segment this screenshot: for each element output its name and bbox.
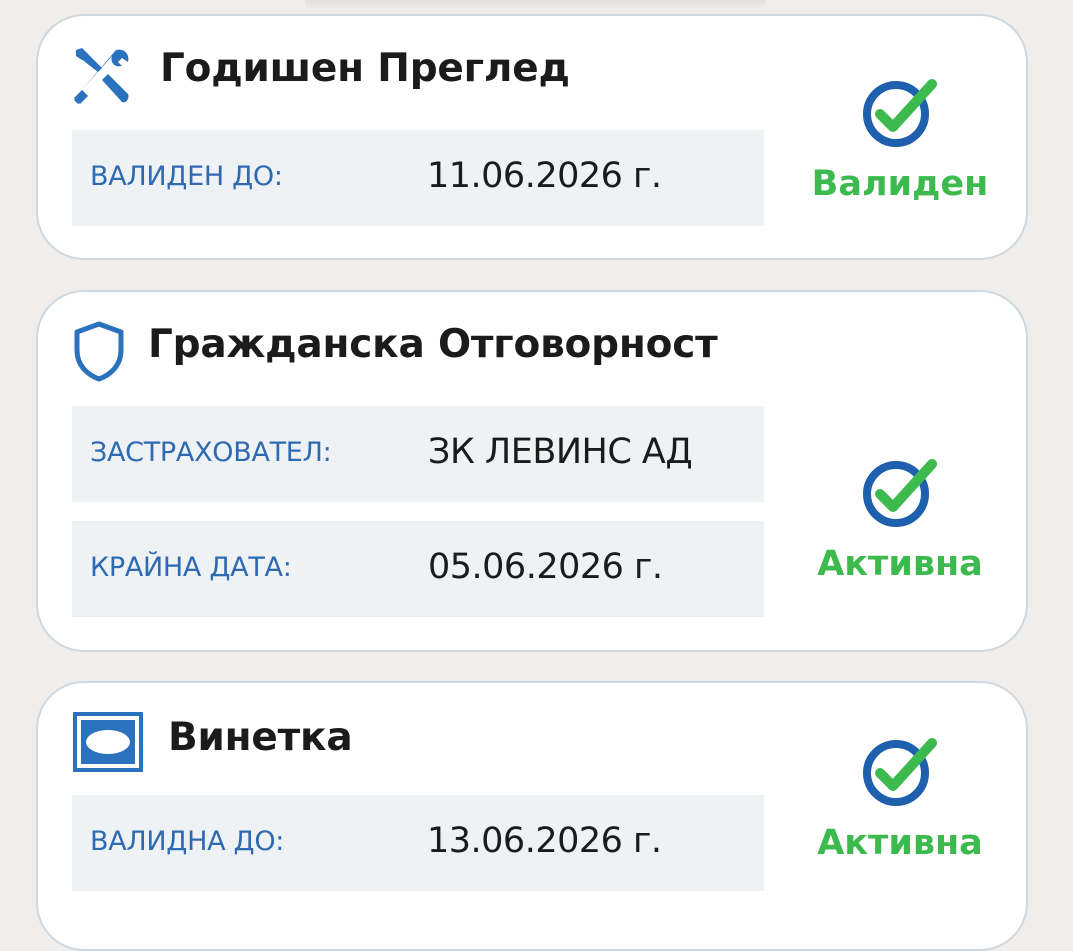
row-label: ВАЛИДЕН ДО: <box>90 161 283 192</box>
status-text: Активна <box>817 544 983 584</box>
top-shadow <box>305 0 765 10</box>
vignette-icon <box>72 711 144 777</box>
valid-until-row: ВАЛИДНА ДО: 13.06.2026 г. <box>72 795 764 891</box>
card-title: Годишен Преглед <box>160 46 570 91</box>
check-circle-icon <box>863 459 937 527</box>
tools-icon <box>72 46 132 110</box>
valid-until-row: ВАЛИДЕН ДО: 11.06.2026 г. <box>72 130 764 226</box>
row-value: 13.06.2026 г. <box>427 821 662 861</box>
status-badge: Валиден <box>790 76 1010 204</box>
check-circle-icon <box>863 79 937 147</box>
vignette-card[interactable]: Винетка ВАЛИДНА ДО: 13.06.2026 г. Активн… <box>36 681 1028 951</box>
status-badge: Активна <box>790 735 1010 863</box>
shield-icon <box>72 320 126 386</box>
row-label: ВАЛИДНА ДО: <box>90 826 285 857</box>
row-value: ЗК ЛЕВИНС АД <box>428 432 693 472</box>
card-title: Гражданска Отговорност <box>148 322 718 367</box>
status-badge: Активна <box>790 456 1010 584</box>
annual-inspection-card[interactable]: Годишен Преглед ВАЛИДЕН ДО: 11.06.2026 г… <box>36 14 1028 260</box>
insurer-row: ЗАСТРАХОВАТЕЛ: ЗК ЛЕВИНС АД <box>72 406 764 502</box>
row-label: КРАЙНА ДАТА: <box>90 552 292 583</box>
civil-liability-card[interactable]: Гражданска Отговорност ЗАСТРАХОВАТЕЛ: ЗК… <box>36 290 1028 652</box>
check-circle-icon <box>863 738 937 806</box>
status-text: Активна <box>817 823 983 863</box>
status-text: Валиден <box>811 164 989 204</box>
end-date-row: КРАЙНА ДАТА: 05.06.2026 г. <box>72 521 764 617</box>
row-value: 11.06.2026 г. <box>427 156 662 196</box>
row-value: 05.06.2026 г. <box>428 547 663 587</box>
row-label: ЗАСТРАХОВАТЕЛ: <box>90 437 332 468</box>
card-title: Винетка <box>168 715 353 760</box>
